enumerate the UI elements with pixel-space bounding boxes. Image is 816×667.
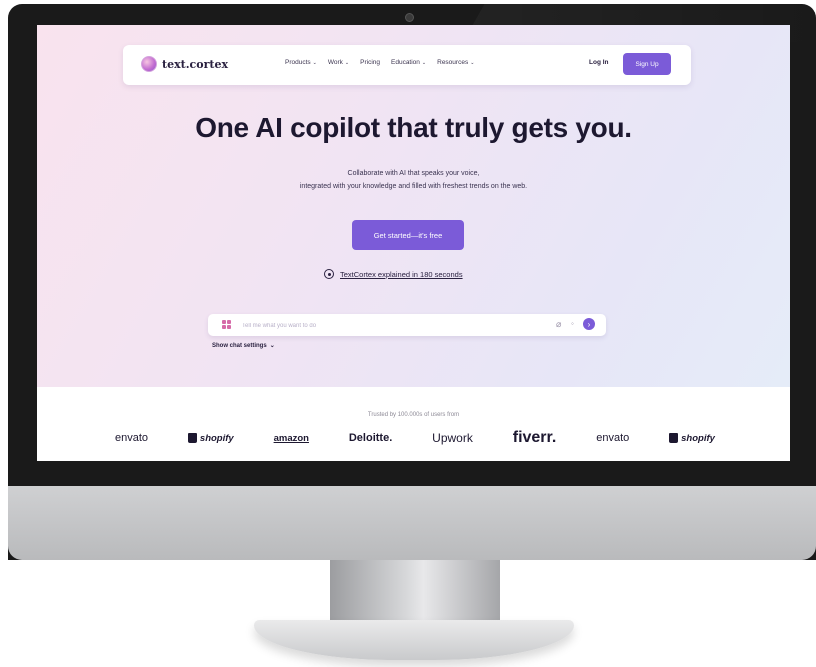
- chevron-down-icon: ⌄: [312, 59, 317, 66]
- fiverr-logo: fiverr.: [512, 429, 557, 446]
- chevron-down-icon: ⌄: [344, 59, 350, 66]
- nav-menu: Products ⌄ Work ⌄ Pricing Education ⌄ Re…: [285, 59, 474, 66]
- subtitle-line-2: integrated with your knowledge and fille…: [299, 183, 528, 190]
- shopify-bag-icon: [669, 433, 679, 443]
- nav-item-resources[interactable]: Resources ⌄: [437, 59, 474, 66]
- nav-item-work[interactable]: Work ⌄: [328, 59, 349, 66]
- paperclip-icon[interactable]: ⌀: [556, 319, 561, 330]
- get-started-button[interactable]: Get started—it's free: [352, 220, 464, 250]
- apps-grid-icon[interactable]: [222, 320, 231, 329]
- nav-item-products[interactable]: Products ⌄: [285, 59, 317, 66]
- nav-item-label: Pricing: [360, 59, 380, 66]
- camera-icon: [405, 13, 414, 22]
- deloitte-logo: Deloitte.: [348, 432, 393, 444]
- microphone-icon[interactable]: ◦: [571, 319, 574, 328]
- chevron-down-icon: ⌄: [421, 59, 427, 66]
- monitor-foot: [254, 620, 574, 660]
- brand-logos: envato shopify amazon Deloitte. Upwork f…: [115, 428, 715, 448]
- page-title: One AI copilot that truly gets you.: [195, 112, 632, 143]
- website-screen: text.cortex Products ⌄ Work ⌄ Pricing Ed…: [37, 25, 790, 461]
- hero-section: text.cortex Products ⌄ Work ⌄ Pricing Ed…: [37, 25, 790, 387]
- play-icon: [324, 269, 334, 279]
- upwork-logo: Upwork: [432, 431, 473, 445]
- shopify-bag-icon: [187, 433, 197, 443]
- subtitle-line-1: Collaborate with AI that speaks your voi…: [347, 170, 480, 177]
- nav-item-label: Education: [391, 59, 420, 66]
- hero-subtitle: Collaborate with AI that speaks your voi…: [37, 167, 790, 193]
- chat-settings-toggle[interactable]: Show chat settings ⌄: [212, 342, 275, 350]
- navbar: text.cortex Products ⌄ Work ⌄ Pricing Ed…: [123, 45, 691, 85]
- chat-bar: ⌀ ◦ ›: [208, 314, 606, 336]
- logo-icon: [141, 56, 157, 72]
- amazon-logo: amazon: [273, 432, 309, 444]
- shopify-logo: shopify: [187, 432, 234, 444]
- send-icon[interactable]: ›: [583, 318, 595, 330]
- envato-logo: envato: [115, 432, 149, 444]
- signup-button[interactable]: Sign Up: [623, 53, 671, 75]
- chevron-down-icon: ⌄: [470, 59, 475, 66]
- video-link-label: TextCortex explained in 180 seconds: [340, 269, 463, 279]
- shopify-logo: shopify: [669, 433, 715, 444]
- nav-item-label: Resources: [437, 59, 469, 66]
- chevron-down-icon: ⌄: [269, 343, 275, 349]
- shopify-wordmark: shopify: [199, 432, 234, 444]
- envato-logo: envato: [596, 432, 630, 444]
- chat-input[interactable]: [240, 318, 544, 334]
- nav-item-education[interactable]: Education ⌄: [391, 59, 426, 66]
- video-link[interactable]: TextCortex explained in 180 seconds: [324, 269, 463, 279]
- brand-logo[interactable]: text.cortex: [141, 56, 228, 72]
- nav-item-pricing[interactable]: Pricing: [360, 59, 380, 66]
- nav-item-label: Products: [285, 59, 311, 66]
- login-link[interactable]: Log In: [589, 59, 609, 66]
- trusted-label: Trusted by 100.000s of users from: [367, 412, 460, 418]
- shopify-wordmark: shopify: [681, 432, 715, 444]
- chat-settings-label: Show chat settings: [212, 342, 267, 349]
- nav-item-label: Work: [327, 59, 343, 66]
- logo-text: text.cortex: [162, 57, 229, 71]
- monitor-chin: [8, 486, 816, 560]
